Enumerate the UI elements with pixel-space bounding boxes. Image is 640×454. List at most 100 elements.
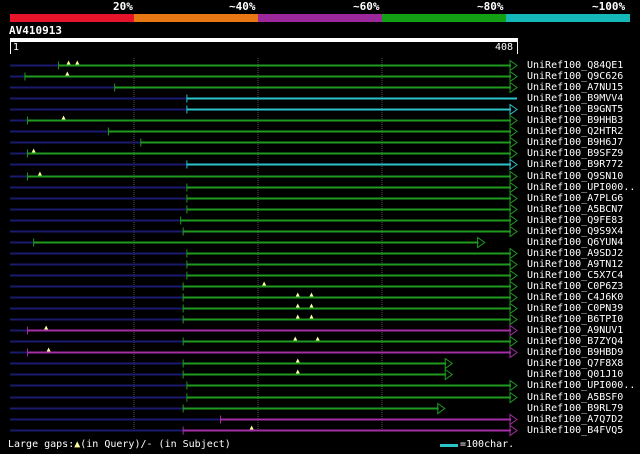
hit-label[interactable]: UniRef100_Q7F8X8 [527,358,623,369]
hit-label[interactable]: UniRef100_Q9SN10 [527,171,623,182]
hit-row[interactable] [10,136,518,149]
hit-label[interactable]: UniRef100_B7ZYQ4 [527,336,623,347]
hit-label[interactable]: UniRef100_B9MVV4 [527,93,623,104]
hit-label[interactable]: UniRef100_Q2HTR2 [527,126,623,137]
hit-row[interactable] [10,335,518,348]
arrow-right-icon [509,158,518,171]
hit-row[interactable] [10,192,518,205]
hit-row[interactable] [10,81,518,94]
hit-label[interactable]: UniRef100_UPI000.. [527,380,635,391]
query-gap-marker [249,425,254,430]
hit-row[interactable] [10,181,518,194]
hit-label[interactable]: UniRef100_A7PLG6 [527,193,623,204]
query-gap-marker [44,325,49,330]
hit-label[interactable]: UniRef100_A7NU15 [527,82,623,93]
hit-label[interactable]: UniRef100_B9H6J7 [527,137,623,148]
hit-label[interactable]: UniRef100_A5BCN7 [527,204,623,215]
gaps-prefix: Large gaps: [8,439,75,450]
hit-label[interactable]: UniRef100_B6TPI0 [527,314,623,325]
hit-row[interactable] [10,203,518,216]
footer-gaps-legend: Large gaps:▲(in Query)/- (in Subject) [8,439,231,451]
scale-bar [440,444,458,447]
query-gap-marker [295,369,300,374]
query-gap-marker [262,281,267,286]
query-gap-marker [65,71,70,76]
hit-row[interactable] [10,424,518,437]
hit-row[interactable] [10,402,446,415]
arrow-right-icon [509,391,518,404]
hit-row[interactable] [10,291,518,304]
arrow-right-icon [509,170,518,183]
hit-row[interactable] [10,269,518,282]
hit-label[interactable]: UniRef100_B9RL79 [527,403,623,414]
hit-label[interactable]: UniRef100_Q9S9X4 [527,226,623,237]
hit-label[interactable]: UniRef100_A9TN12 [527,259,623,270]
hit-label[interactable]: UniRef100_B9HBD9 [527,347,623,358]
hit-label[interactable]: UniRef100_B9SFZ9 [527,148,623,159]
hit-row[interactable] [10,346,518,359]
hit-label[interactable]: UniRef100_Q9FE83 [527,215,623,226]
arrow-right-icon [509,136,518,149]
hit-row[interactable] [10,413,518,426]
hit-label[interactable]: UniRef100_B9R772 [527,159,623,170]
hit-row[interactable] [10,236,486,249]
query-gap-marker [295,303,300,308]
arrow-right-icon [509,302,518,315]
hit-row[interactable] [10,94,517,103]
arrow-right-icon [509,192,518,205]
hit-row[interactable] [10,70,518,83]
hit-label[interactable]: UniRef100_A9NUV1 [527,325,623,336]
query-gap-marker [31,148,36,153]
hit-row[interactable] [10,59,518,72]
query-gap-marker [295,314,300,319]
arrow-right-icon [509,413,518,426]
hit-row[interactable] [10,114,518,127]
query-gap-marker [37,171,42,176]
query-gap-marker [75,60,80,65]
hit-label[interactable]: UniRef100_UPI000.. [527,182,635,193]
hit-row[interactable] [10,391,518,404]
query-gap-marker [66,60,71,65]
arrow-right-icon [509,313,518,326]
arrow-right-icon [509,324,518,337]
hit-row[interactable] [10,357,454,370]
arrow-right-icon [509,335,518,348]
hit-label[interactable]: UniRef100_Q6YUN4 [527,237,623,248]
arrow-right-icon [509,214,518,227]
gaps-subject-text: (in Subject) [152,439,231,450]
query-gap-marker [61,115,66,120]
hit-label[interactable]: UniRef100_A7Q7D2 [527,414,623,425]
arrow-right-icon [509,346,518,359]
hit-row[interactable] [10,258,518,271]
hit-row[interactable] [10,313,518,326]
hit-row[interactable] [10,158,518,171]
hit-label[interactable]: UniRef100_C4J6K0 [527,292,623,303]
hit-label[interactable]: UniRef100_C0P6Z3 [527,281,623,292]
hit-label[interactable]: UniRef100_B4FVQ5 [527,425,623,436]
hit-label[interactable]: UniRef100_Q01J10 [527,369,623,380]
hit-label[interactable]: UniRef100_B9GNT5 [527,104,623,115]
hit-row[interactable] [10,225,518,238]
hit-row[interactable] [10,103,518,116]
hit-label[interactable]: UniRef100_C5X7C4 [527,270,623,281]
hit-label[interactable]: UniRef100_A9SDJ2 [527,248,623,259]
hit-row[interactable] [10,302,518,315]
hit-label[interactable]: UniRef100_Q84QE1 [527,60,623,71]
arrow-right-icon [509,181,518,194]
hit-label[interactable]: UniRef100_B9HHB3 [527,115,623,126]
hit-row[interactable] [10,324,518,337]
hit-row[interactable] [10,247,518,260]
hit-label[interactable]: UniRef100_C0PN39 [527,303,623,314]
hit-row[interactable] [10,125,518,138]
gaps-query-text: (in Query)/ [80,439,147,450]
hit-row[interactable] [10,368,454,381]
hit-label[interactable]: UniRef100_Q9C626 [527,71,623,82]
arrow-right-icon [509,81,518,94]
hit-row[interactable] [10,170,518,183]
hit-row[interactable] [10,379,518,392]
hit-row[interactable] [10,280,518,293]
hit-label[interactable]: UniRef100_A5BSF0 [527,392,623,403]
hit-row[interactable] [10,147,518,160]
query-gap-marker [309,303,314,308]
hit-row[interactable] [10,214,518,227]
